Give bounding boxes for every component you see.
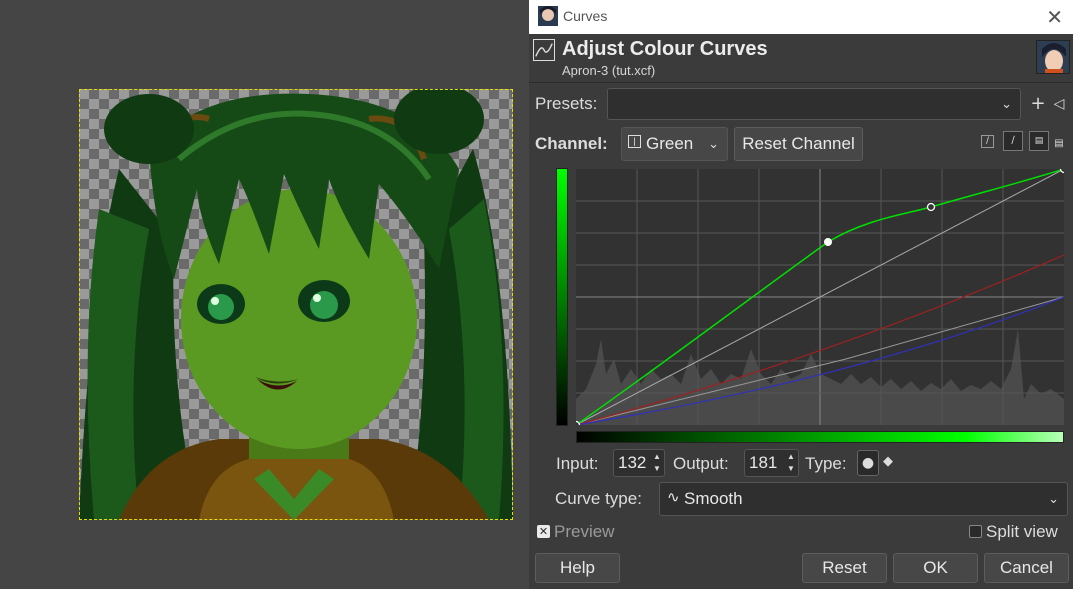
- output-spinner[interactable]: 181 ▲ ▼: [744, 449, 799, 477]
- channel-icon: |: [628, 135, 641, 148]
- input-value: 132: [618, 453, 647, 472]
- preview-checkbox[interactable]: ✕: [537, 525, 550, 538]
- presets-label: Presets:: [535, 94, 598, 113]
- add-preset-icon[interactable]: +: [1029, 95, 1047, 113]
- curves-graph[interactable]: [571, 164, 1069, 430]
- output-value: 181: [749, 453, 778, 472]
- curves-dialog: Curves ✕ Adjust Colour Curves Apron-3 (t…: [529, 0, 1073, 589]
- split-view-label: Split view: [986, 522, 1058, 541]
- curves-icon: [533, 39, 555, 61]
- reset-channel-button[interactable]: Reset Channel: [734, 127, 863, 161]
- channel-label: Channel:: [535, 134, 608, 153]
- type-label: Type:: [805, 454, 847, 473]
- chevron-down-icon: ⌄: [1048, 491, 1059, 506]
- output-gradient: [556, 168, 568, 426]
- curve-type-value: Smooth: [684, 489, 743, 508]
- split-view-checkbox[interactable]: [969, 525, 982, 538]
- chevron-down-icon: ⌄: [708, 136, 719, 151]
- help-button[interactable]: Help: [535, 553, 620, 583]
- histogram-alt-icon[interactable]: ▤: [1052, 135, 1066, 153]
- preset-menu-icon[interactable]: ◁: [1050, 95, 1068, 113]
- reset-button[interactable]: Reset: [802, 553, 887, 583]
- cancel-button[interactable]: Cancel: [984, 553, 1069, 583]
- ok-button[interactable]: OK: [893, 553, 978, 583]
- image-layer[interactable]: [79, 89, 513, 520]
- close-icon[interactable]: ✕: [1046, 5, 1063, 29]
- presets-combo[interactable]: ⌄: [607, 88, 1021, 120]
- smooth-curve-icon: ∿: [667, 489, 680, 506]
- dialog-heading: Adjust Colour Curves: [562, 38, 768, 60]
- title-bar[interactable]: Curves ✕: [529, 0, 1073, 34]
- spinner-arrows-icon[interactable]: ▲ ▼: [651, 451, 663, 475]
- window-title: Curves: [563, 8, 608, 24]
- image-thumbnail: [1036, 40, 1070, 74]
- image-canvas[interactable]: [0, 0, 529, 589]
- input-gradient: [576, 431, 1064, 443]
- chevron-down-icon: ⌄: [1001, 96, 1012, 111]
- linear-histogram-icon[interactable]: ∕: [981, 135, 994, 148]
- histogram-icon[interactable]: ▤: [1029, 131, 1049, 151]
- channel-value: Green: [646, 134, 694, 153]
- image-name: Apron-3 (tut.xcf): [562, 63, 656, 78]
- spinner-arrows-icon[interactable]: ▲ ▼: [785, 451, 797, 475]
- curve-type-label: Curve type:: [555, 489, 642, 508]
- smooth-point-icon[interactable]: ●: [857, 450, 879, 476]
- gimp-app-icon: [538, 6, 558, 26]
- output-label: Output:: [673, 454, 729, 473]
- channel-combo[interactable]: | Green ⌄: [621, 127, 728, 161]
- preview-label: Preview: [554, 522, 615, 541]
- log-histogram-icon[interactable]: ∕: [1003, 131, 1023, 151]
- input-spinner[interactable]: 132 ▲ ▼: [613, 449, 665, 477]
- curves-graph-svg: [571, 164, 1069, 430]
- portrait-image: [79, 89, 513, 520]
- corner-point-icon[interactable]: ◆: [883, 454, 893, 469]
- input-label: Input:: [556, 454, 599, 473]
- dialog-header: Adjust Colour Curves Apron-3 (tut.xcf): [529, 35, 1073, 83]
- curve-type-combo[interactable]: ∿ Smooth ⌄: [659, 482, 1068, 516]
